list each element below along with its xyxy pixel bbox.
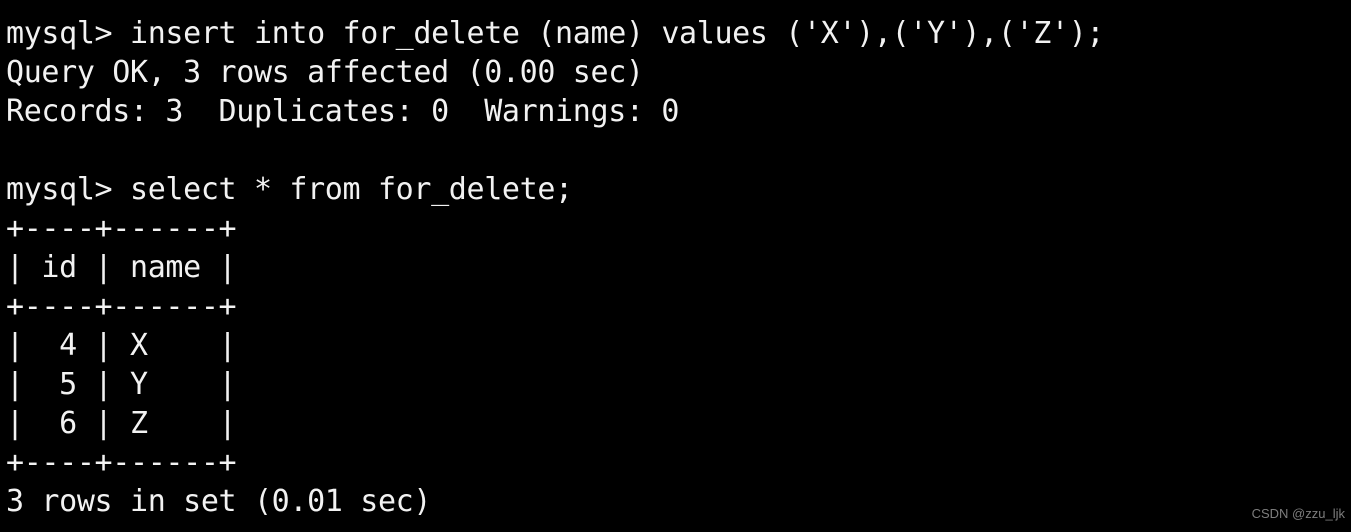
terminal-line: +----+------+	[6, 289, 237, 324]
terminal-line: mysql> select * from for_delete;	[6, 172, 573, 207]
terminal-line: +----+------+	[6, 445, 237, 480]
terminal-line: 3 rows in set (0.01 sec)	[6, 484, 432, 519]
terminal-line: | 4 | X |	[6, 328, 237, 363]
terminal-line: +----+------+	[6, 211, 237, 246]
watermark: CSDN @zzu_ljk	[1251, 506, 1345, 521]
terminal-line: Records: 3 Duplicates: 0 Warnings: 0	[6, 94, 680, 129]
terminal-line: | 5 | Y |	[6, 367, 237, 402]
terminal-line: Query OK, 3 rows affected (0.00 sec)	[6, 55, 644, 90]
terminal-line: | id | name |	[6, 250, 237, 285]
terminal-line: mysql> insert into for_delete (name) val…	[6, 16, 1105, 51]
terminal-line: | 6 | Z |	[6, 406, 237, 441]
terminal-output-area[interactable]: mysql> insert into for_delete (name) val…	[0, 0, 1351, 532]
